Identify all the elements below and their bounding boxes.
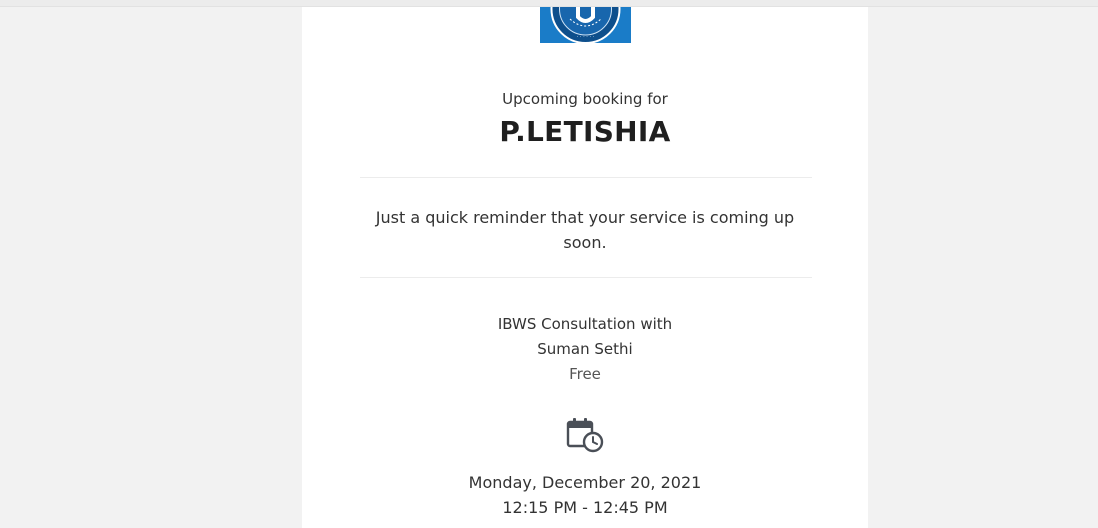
booking-greeting: Upcoming booking for bbox=[502, 90, 668, 108]
calendar-clock-icon bbox=[565, 417, 605, 453]
service-details: IBWS Consultation with Suman Sethi bbox=[302, 312, 868, 362]
booking-email-card: · · · · · · Upcoming booking for P.LETIS… bbox=[302, 7, 868, 528]
booking-date: Monday, December 20, 2021 bbox=[468, 473, 702, 492]
service-price: Free bbox=[569, 365, 601, 383]
reminder-text: Just a quick reminder that your service … bbox=[375, 208, 795, 252]
svg-text:· · · · · ·: · · · · · · bbox=[577, 34, 595, 40]
divider bbox=[360, 177, 812, 178]
customer-name: P.LETISHIA bbox=[499, 115, 671, 148]
staff-name: Suman Sethi bbox=[537, 340, 633, 358]
service-name: IBWS Consultation with bbox=[497, 315, 673, 333]
booking-time: 12:15 PM - 12:45 PM bbox=[502, 498, 668, 517]
brand-logo-icon: · · · · · · bbox=[540, 7, 631, 43]
divider bbox=[360, 277, 812, 278]
top-bar bbox=[0, 0, 1098, 7]
